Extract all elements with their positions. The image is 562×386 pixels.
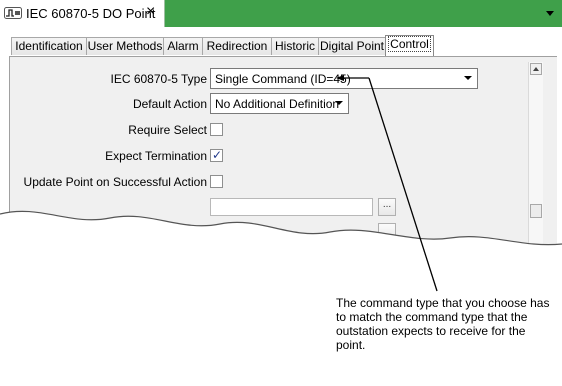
chevron-down-icon xyxy=(464,76,472,80)
checkmark-icon: ✓ xyxy=(212,148,223,162)
digital-output-point-icon xyxy=(4,7,22,19)
title-bar: IEC 60870-5 DO Point × xyxy=(0,0,562,27)
type-value: Single Command (ID=45) xyxy=(215,72,351,86)
require-select-label: Require Select xyxy=(128,123,207,137)
window-list-dropdown-icon[interactable] xyxy=(546,11,554,16)
torn-edge-graphic xyxy=(0,210,562,270)
tab-strip: Identification User Methods Alarm Redire… xyxy=(0,27,562,56)
tab-user-methods[interactable]: User Methods xyxy=(86,37,164,55)
default-action-dropdown[interactable]: No Additional Definition xyxy=(210,93,349,114)
expect-termination-label: Expect Termination xyxy=(105,149,207,163)
type-dropdown[interactable]: Single Command (ID=45) xyxy=(210,68,478,89)
callout-annotation: The command type that you choose has to … xyxy=(336,296,550,352)
tab-alarm[interactable]: Alarm xyxy=(163,37,203,55)
scroll-up-icon[interactable] xyxy=(530,63,542,75)
require-select-checkbox[interactable] xyxy=(210,123,223,136)
type-label: IEC 60870-5 Type xyxy=(110,72,207,86)
expect-termination-checkbox[interactable]: ✓ xyxy=(210,148,223,162)
default-action-value: No Additional Definition xyxy=(215,97,340,111)
tab-digital-point[interactable]: Digital Point xyxy=(318,37,386,55)
window-title: IEC 60870-5 DO Point xyxy=(26,6,156,21)
tab-control[interactable]: Control xyxy=(385,35,434,56)
update-point-checkbox[interactable] xyxy=(210,175,223,188)
tab-redirection[interactable]: Redirection xyxy=(202,37,272,55)
tab-identification[interactable]: Identification xyxy=(11,37,87,55)
default-action-label: Default Action xyxy=(132,97,207,111)
chevron-down-icon xyxy=(335,101,343,105)
tab-historic[interactable]: Historic xyxy=(271,37,319,55)
update-point-label: Update Point on Successful Action xyxy=(23,175,207,189)
document-tab[interactable]: IEC 60870-5 DO Point × xyxy=(0,0,165,27)
close-icon[interactable]: × xyxy=(146,3,155,21)
